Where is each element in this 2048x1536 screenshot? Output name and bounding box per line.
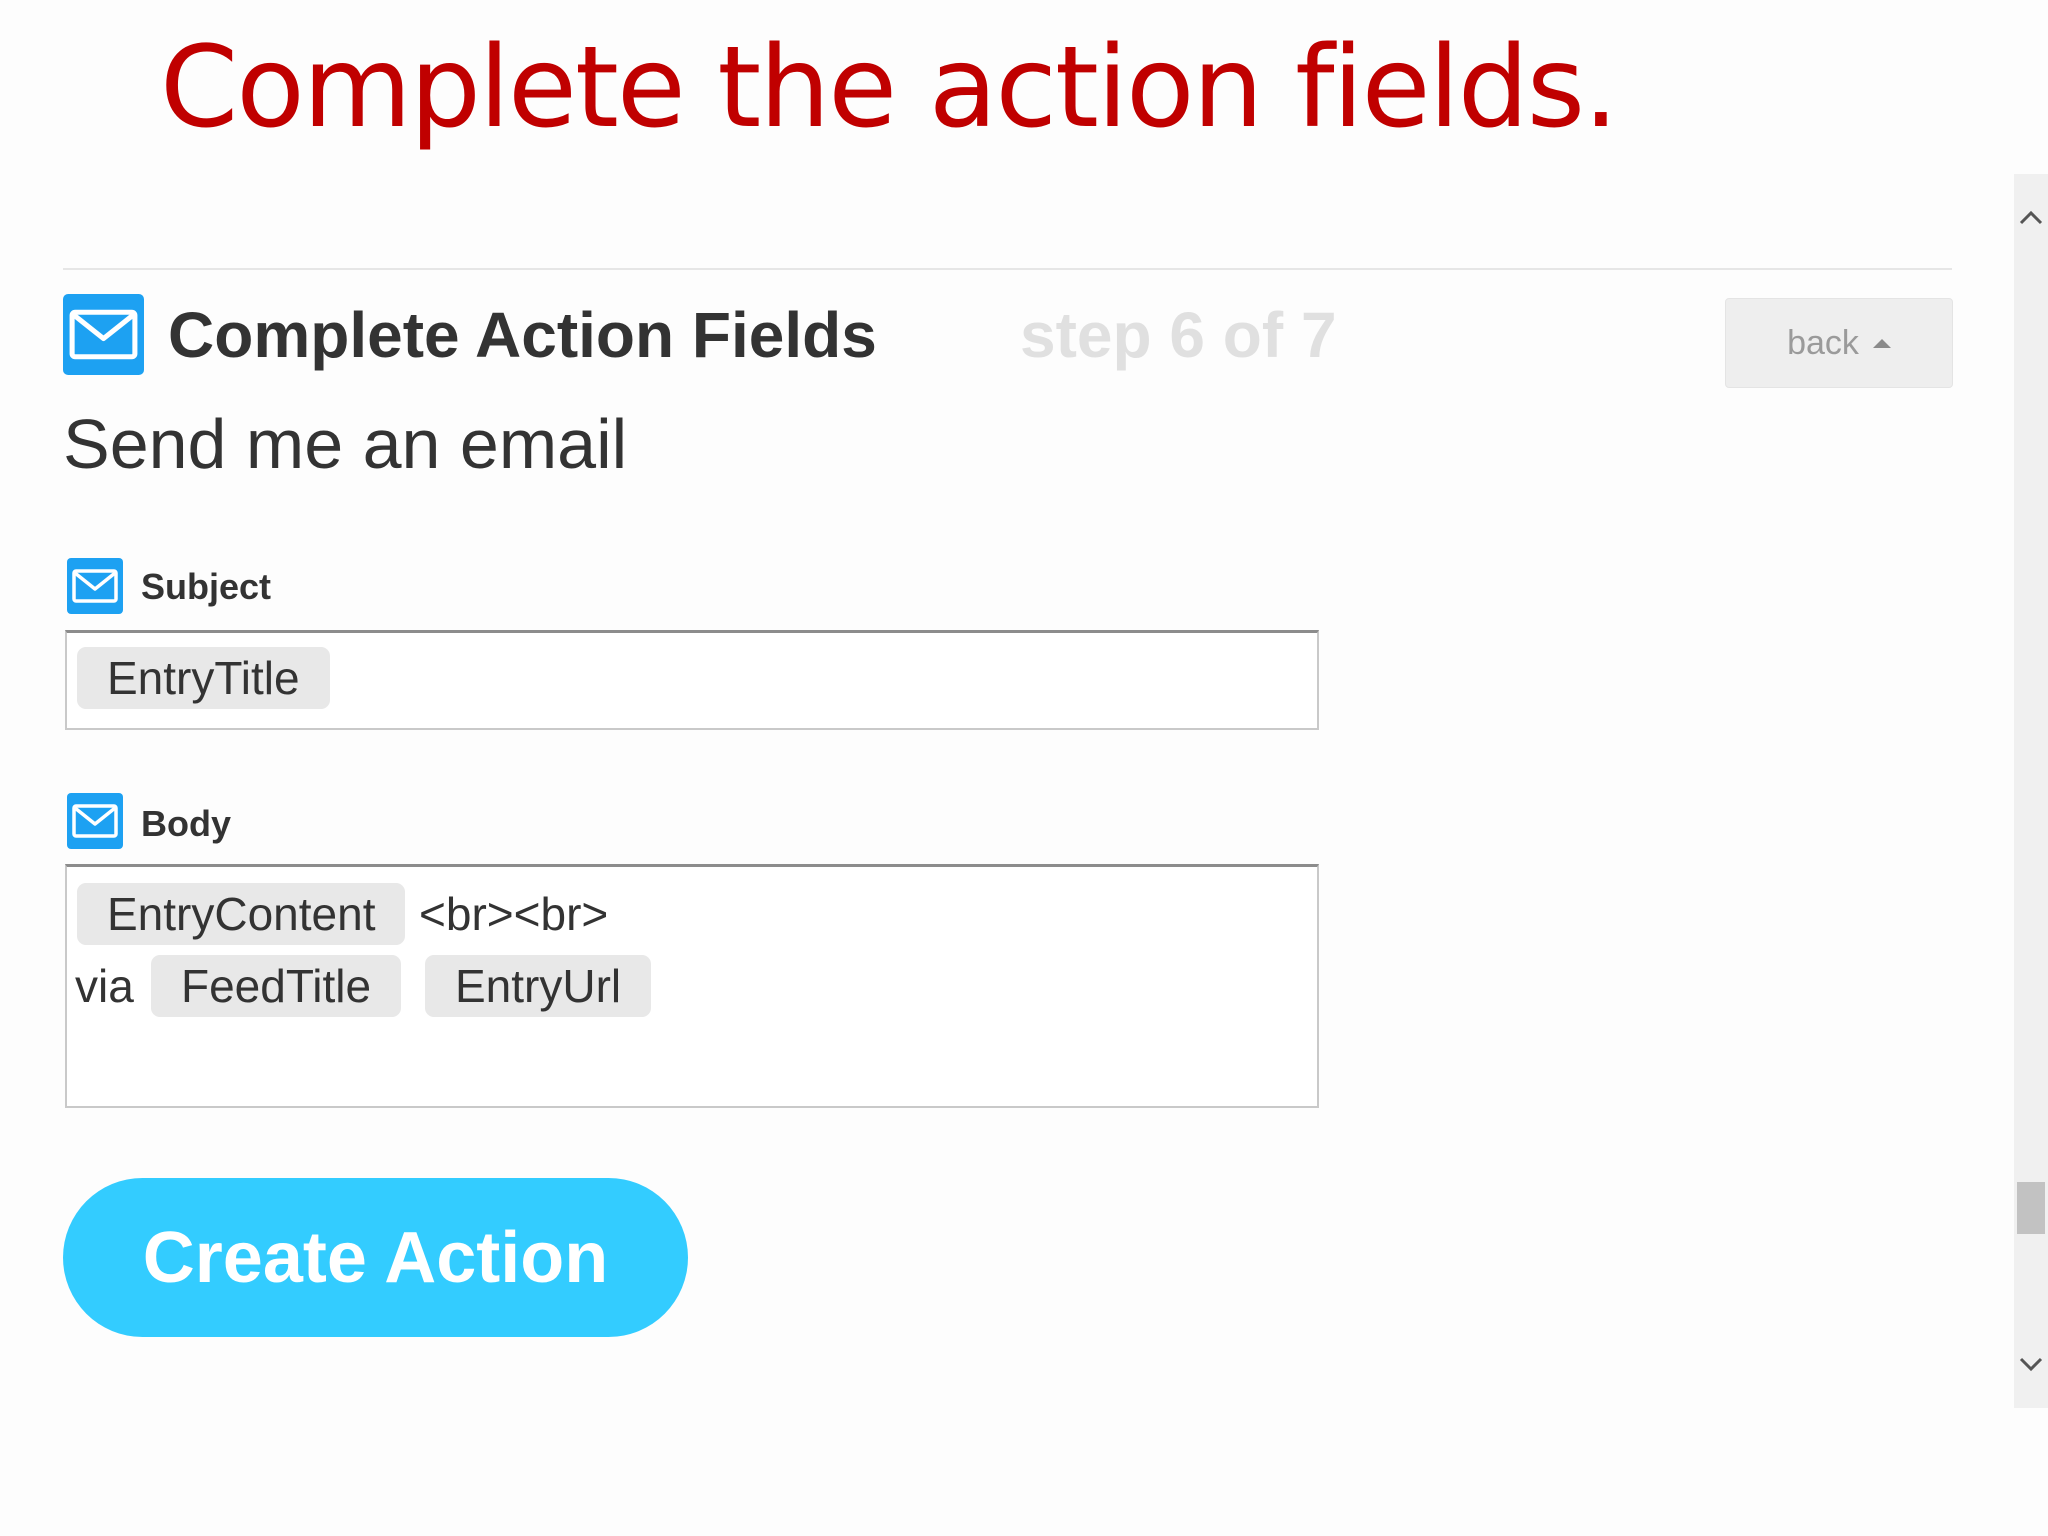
- envelope-icon: [67, 793, 123, 849]
- subject-label: Subject: [141, 566, 272, 607]
- envelope-icon: [63, 294, 144, 375]
- action-name: Send me an email: [63, 405, 628, 483]
- slide: Complete the action fields. Complete Act…: [0, 0, 2048, 1536]
- slide-title: Complete the action fields.: [160, 23, 1619, 153]
- page-title: Complete Action Fields: [168, 299, 877, 371]
- ingredient-token-entry-content[interactable]: EntryContent: [77, 883, 406, 945]
- caret-up-icon: [1872, 338, 1891, 348]
- scroll-up-icon[interactable]: [2014, 198, 2048, 238]
- body-field[interactable]: EntryContent <br><br> via FeedTitle Entr…: [65, 864, 1319, 1108]
- body-text-breaks: <br><br>: [419, 888, 609, 940]
- scrollbar-thumb[interactable]: [2017, 1182, 2045, 1234]
- header-divider: [63, 268, 1952, 270]
- create-action-button[interactable]: Create Action: [63, 1178, 688, 1337]
- ingredient-token-entry-title[interactable]: EntryTitle: [77, 647, 330, 709]
- scroll-down-icon[interactable]: [2014, 1344, 2048, 1384]
- step-indicator: step 6 of 7: [1020, 299, 1337, 371]
- subject-field[interactable]: EntryTitle: [65, 630, 1319, 730]
- back-button-label: back: [1787, 323, 1859, 362]
- body-text-via: via: [75, 960, 134, 1012]
- ingredient-token-feed-title[interactable]: FeedTitle: [151, 955, 402, 1017]
- back-button[interactable]: back: [1725, 298, 1953, 388]
- body-label: Body: [141, 803, 231, 844]
- ingredient-token-entry-url[interactable]: EntryUrl: [425, 955, 652, 1017]
- vertical-scrollbar[interactable]: [2014, 174, 2048, 1408]
- envelope-icon: [67, 558, 123, 614]
